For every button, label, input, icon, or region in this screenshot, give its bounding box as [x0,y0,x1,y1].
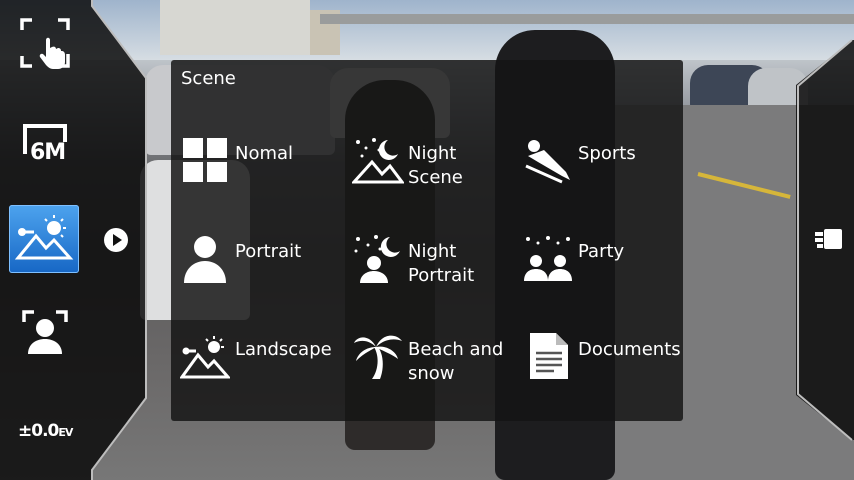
ev-unit: EV [58,426,73,439]
scene-option-beach-snow[interactable]: Beach and snow [352,330,503,400]
night-scene-icon [352,134,404,186]
touch-focus-button[interactable] [8,10,82,80]
scene-option-normal[interactable]: Nomal [179,134,293,204]
exposure-value-button[interactable]: ±0.0EV [18,421,73,441]
landscape-icon [14,212,74,266]
document-icon [522,330,574,382]
viewfinder-sky [0,0,854,60]
scene-option-sports[interactable]: Sports [522,134,636,204]
scene-option-night-portrait[interactable]: Night Portrait [352,232,474,302]
scene-option-landscape[interactable]: Landscape [179,330,332,400]
video-camera-icon [814,226,846,256]
scene-option-label: Documents [578,339,681,360]
scene-option-night-scene[interactable]: Night Scene [352,134,463,204]
palm-tree-icon [352,330,404,382]
ev-value: ±0.0 [18,421,59,441]
grid-icon [179,134,231,186]
scene-option-label: Sports [578,143,636,164]
sports-icon [522,134,574,186]
touch-focus-icon [18,16,72,74]
camera-mode-switch-button[interactable] [812,224,848,258]
resolution-button[interactable]: 6M [8,110,82,180]
scene-option-label: Nomal [235,143,294,164]
scene-option-label: Party [578,241,625,262]
expand-menu-button[interactable] [104,228,128,252]
face-detection-button[interactable] [8,300,82,370]
scene-option-label: Beach and snow [408,339,504,384]
portrait-icon [179,232,231,284]
resolution-label: 6M [30,140,66,165]
landscape-icon [179,330,231,382]
scene-option-label: Night Scene [408,143,463,188]
scene-menu-title: Scene [181,68,236,89]
scene-mode-button[interactable] [9,205,79,273]
party-icon [522,232,574,284]
scene-option-label: Landscape [235,339,332,360]
scene-option-label: Night Portrait [408,241,475,286]
night-portrait-icon [352,232,404,284]
scene-option-portrait[interactable]: Portrait [179,232,301,302]
face-detection-icon [20,308,70,362]
scene-option-documents[interactable]: Documents [522,330,681,400]
scene-menu-panel: Scene Nomal Night Scene Sports Portrait … [171,60,683,421]
scene-option-label: Portrait [235,241,302,262]
viewfinder-bridge [320,14,854,24]
scene-option-party[interactable]: Party [522,232,624,302]
resolution-icon: 6M [21,122,69,168]
viewfinder-building [160,0,310,55]
